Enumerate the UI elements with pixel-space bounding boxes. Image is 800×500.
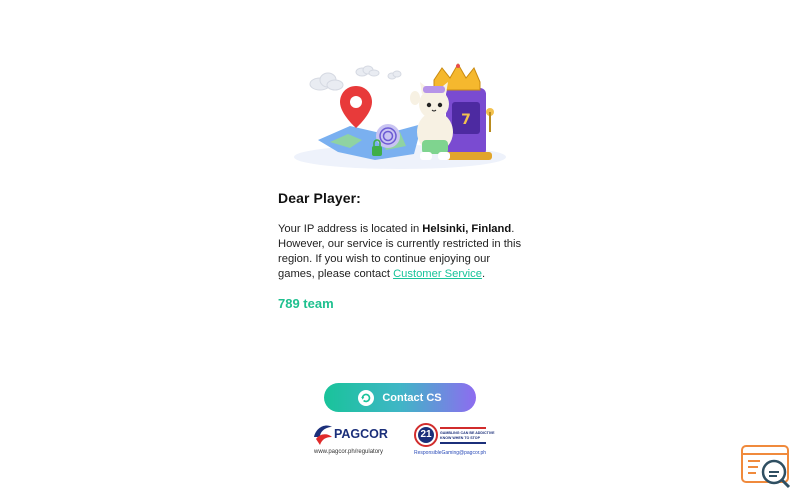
regulatory-badges: PAGCOR www.pagcor.ph/regulatory 21 GAMBL… bbox=[312, 423, 495, 463]
refresh-chat-icon bbox=[358, 389, 375, 406]
svg-text:7: 7 bbox=[461, 112, 471, 128]
pagcor-emblem-icon bbox=[314, 425, 332, 445]
restriction-text: Your IP address is located in Helsinki, … bbox=[278, 222, 528, 282]
team-signature: 789 team bbox=[278, 296, 334, 311]
pagcor-logo[interactable]: PAGCOR www.pagcor.ph/regulatory bbox=[312, 423, 392, 463]
rg-line1: GAMBLING CAN BE ADDICTIVE bbox=[440, 431, 495, 435]
rg-line2: KNOW WHEN TO STOP bbox=[440, 436, 480, 440]
support-widget-button[interactable] bbox=[740, 445, 792, 490]
contact-cs-label: Contact CS bbox=[382, 391, 442, 404]
pagcor-name: PAGCOR bbox=[334, 427, 388, 441]
greeting-heading: Dear Player: bbox=[278, 190, 361, 206]
contact-cs-button[interactable]: Contact CS bbox=[324, 383, 476, 412]
age-label: 21 bbox=[420, 429, 432, 440]
rg-stripe bbox=[440, 427, 486, 429]
message-prefix: Your IP address is located in bbox=[278, 223, 423, 235]
message-end: . bbox=[481, 268, 486, 280]
location-text: Helsinki, Finland bbox=[422, 223, 512, 235]
responsible-gaming-logo[interactable]: 21 GAMBLING CAN BE ADDICTIVE KNOW WHEN T… bbox=[414, 423, 495, 463]
hero-illustration: 7 bbox=[290, 62, 510, 172]
rg-stripe-blue bbox=[440, 442, 486, 444]
customer-service-link[interactable]: Customer Service bbox=[393, 268, 482, 280]
pagcor-url: www.pagcor.ph/regulatory bbox=[314, 449, 384, 455]
rg-url: ResponsibleGaming@pagcor.ph bbox=[414, 450, 487, 456]
cat-slot-machine-icon: 7 bbox=[294, 62, 506, 169]
search-support-icon bbox=[741, 445, 791, 489]
restriction-message: Dear Player: Your IP address is located … bbox=[278, 190, 528, 311]
